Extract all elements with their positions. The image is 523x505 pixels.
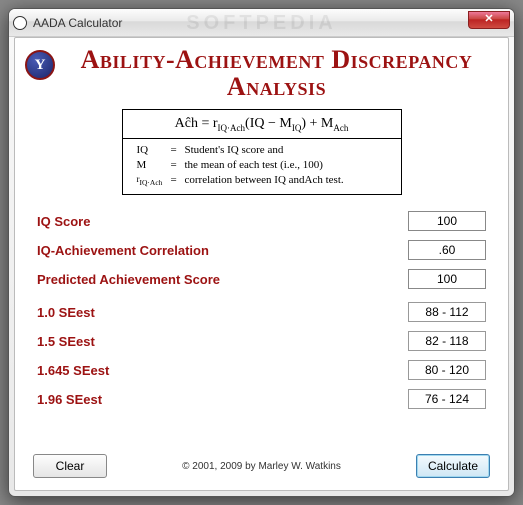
- app-logo-icon: Y: [25, 50, 55, 80]
- seest-1645-label: 1.645 SEest: [37, 363, 109, 378]
- titlebar: AADA Calculator SOFTPEDIA ✕: [9, 9, 514, 37]
- seest-196-label: 1.96 SEest: [37, 392, 102, 407]
- footer: Clear © 2001, 2009 by Marley W. Watkins …: [15, 454, 508, 478]
- window-title: AADA Calculator: [33, 16, 122, 30]
- iq-corr-input[interactable]: [408, 240, 486, 260]
- iq-corr-label: IQ-Achievement Correlation: [37, 243, 209, 258]
- clear-button[interactable]: Clear: [33, 454, 107, 478]
- iq-score-label: IQ Score: [37, 214, 90, 229]
- page-title: Ability-Achievement Discrepancy Analysis: [55, 46, 498, 101]
- predicted-score-input[interactable]: [408, 269, 486, 289]
- formula-equation: Aĉh = rIQ·Ach(IQ − MIQ) + MAch: [123, 110, 401, 140]
- seest-1645-output: 80 - 120: [408, 360, 486, 380]
- seest-15-label: 1.5 SEest: [37, 334, 95, 349]
- seest-1-output: 88 - 112: [408, 302, 486, 322]
- formula-legend: IQ=Student's IQ score and M=the mean of …: [123, 139, 401, 194]
- formula-box: Aĉh = rIQ·Ach(IQ − MIQ) + MAch IQ=Studen…: [122, 109, 402, 195]
- form-area: IQ Score IQ-Achievement Correlation Pred…: [15, 209, 508, 411]
- app-icon: [13, 16, 27, 30]
- client-area: Y Ability-Achievement Discrepancy Analys…: [14, 37, 509, 491]
- copyright-text: © 2001, 2009 by Marley W. Watkins: [182, 461, 341, 472]
- seest-15-output: 82 - 118: [408, 331, 486, 351]
- iq-score-input[interactable]: [408, 211, 486, 231]
- calculate-button[interactable]: Calculate: [416, 454, 490, 478]
- seest-1-label: 1.0 SEest: [37, 305, 95, 320]
- close-button[interactable]: ✕: [468, 11, 510, 29]
- app-window: AADA Calculator SOFTPEDIA ✕ Y Ability-Ac…: [8, 8, 515, 497]
- seest-196-output: 76 - 124: [408, 389, 486, 409]
- predicted-score-label: Predicted Achievement Score: [37, 272, 220, 287]
